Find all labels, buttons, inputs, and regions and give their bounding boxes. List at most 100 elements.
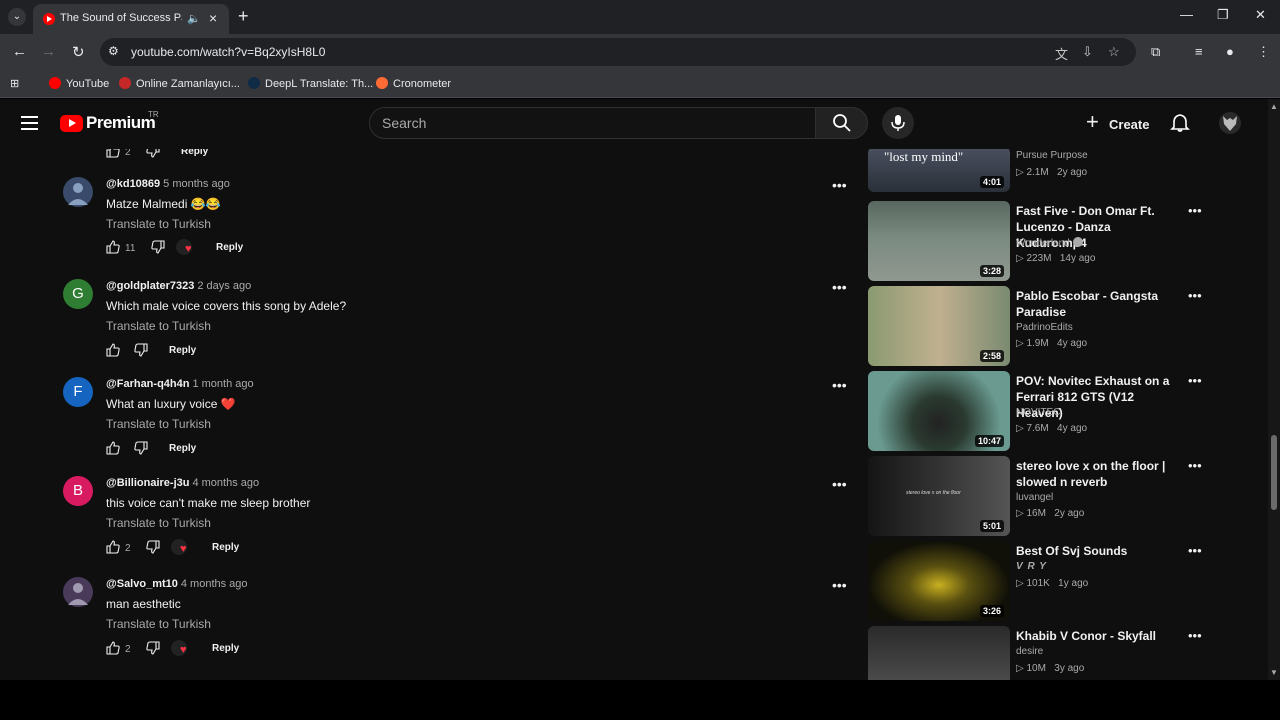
translate-link[interactable]: Translate to Turkish: [106, 516, 211, 530]
video-thumbnail[interactable]: 10:47: [868, 371, 1010, 451]
video-item[interactable]: Khabib V Conor - Skyfall desire ▷ 10M 3y…: [868, 626, 1213, 680]
minimize-icon[interactable]: —: [1180, 7, 1193, 22]
bookmark-star-icon[interactable]: ☆: [1108, 44, 1120, 60]
channel-name[interactable]: desire: [1016, 646, 1043, 657]
comment-time[interactable]: 4 months ago: [192, 477, 259, 489]
video-menu-icon[interactable]: •••: [1188, 458, 1202, 473]
channel-name[interactable]: Pursue Purpose: [1016, 150, 1088, 161]
video-thumbnail[interactable]: stereo love x on the floor 5:01: [868, 456, 1010, 536]
logo-text[interactable]: Premium: [86, 113, 156, 133]
channel-name[interactable]: NOVITEC: [1016, 407, 1060, 418]
scrollbar-thumb[interactable]: [1271, 435, 1277, 510]
video-title[interactable]: stereo love x on the floor | slowed n re…: [1016, 458, 1181, 490]
bookmark-timer[interactable]: Online Zamanlayıcı...: [119, 77, 240, 90]
translate-link[interactable]: Translate to Turkish: [106, 319, 211, 333]
extensions-icon[interactable]: ⧉: [1151, 44, 1160, 60]
video-thumbnail[interactable]: 3:28: [868, 201, 1010, 281]
reply-button[interactable]: Reply: [216, 242, 243, 253]
commenter-avatar[interactable]: B: [63, 476, 93, 506]
scroll-down-arrow-icon[interactable]: ▼: [1270, 668, 1278, 677]
browser-tab-active[interactable]: The Sound of Success Part- 🔈 ×: [33, 4, 229, 34]
comment-menu-icon[interactable]: •••: [832, 577, 847, 593]
dislike-button[interactable]: [146, 540, 160, 557]
like-button[interactable]: [106, 641, 120, 658]
close-tab-icon[interactable]: ×: [209, 10, 217, 26]
video-menu-icon[interactable]: •••: [1188, 543, 1202, 558]
restore-icon[interactable]: ❐: [1217, 7, 1229, 23]
video-thumbnail[interactable]: 3:26: [868, 541, 1010, 621]
profile-avatar-icon[interactable]: ●: [1226, 44, 1234, 59]
translate-icon[interactable]: 文: [1055, 44, 1068, 63]
video-menu-icon[interactable]: •••: [1188, 628, 1202, 643]
page-scrollbar[interactable]: ▲ ▼: [1268, 99, 1280, 680]
reply-button[interactable]: Reply: [169, 443, 196, 454]
voice-search-button[interactable]: [882, 107, 914, 139]
channel-name[interactable]: PadrinoEdits: [1016, 322, 1073, 333]
like-button[interactable]: [106, 441, 120, 458]
reload-icon[interactable]: ↻: [72, 43, 85, 61]
commenter-handle[interactable]: @Billionaire-j3u: [106, 477, 189, 489]
comment-time[interactable]: 4 months ago: [181, 578, 248, 590]
video-item[interactable]: 2:58 Pablo Escobar - Gangsta Paradise Pa…: [868, 286, 1213, 366]
bookmark-cronometer[interactable]: Cronometer: [376, 77, 451, 90]
reply-button[interactable]: Reply: [169, 345, 196, 356]
commenter-handle[interactable]: @Farhan-q4h4n: [106, 378, 189, 390]
comment-menu-icon[interactable]: •••: [832, 279, 847, 295]
comment-menu-icon[interactable]: •••: [832, 476, 847, 492]
new-tab-button[interactable]: +: [238, 6, 249, 27]
tab-search-button[interactable]: ⌄: [8, 8, 26, 26]
video-thumbnail[interactable]: "lost my mind" 4:01: [868, 147, 1010, 192]
bookmark-youtube[interactable]: YouTube: [49, 77, 109, 90]
translate-link[interactable]: Translate to Turkish: [106, 217, 211, 231]
commenter-avatar[interactable]: G: [63, 279, 93, 309]
video-thumbnail[interactable]: 2:58: [868, 286, 1010, 366]
commenter-avatar[interactable]: F: [63, 377, 93, 407]
search-button[interactable]: [815, 107, 868, 139]
apps-grid-icon[interactable]: ⊞: [10, 77, 19, 90]
bookmark-deepl[interactable]: DeepL Translate: Th...: [248, 77, 373, 90]
search-box[interactable]: [369, 107, 816, 139]
dislike-button[interactable]: [134, 343, 148, 360]
commenter-handle[interactable]: @kd10869: [106, 178, 160, 190]
reply-button[interactable]: Reply: [212, 643, 239, 654]
comment-time[interactable]: 1 month ago: [192, 378, 253, 390]
dislike-button[interactable]: [151, 240, 165, 257]
install-app-icon[interactable]: ⇩: [1082, 44, 1093, 60]
address-bar[interactable]: ⚙ youtube.com/watch?v=Bq2xyIsH8L0 文 ⇩ ☆: [100, 38, 1136, 66]
dislike-button[interactable]: [134, 441, 148, 458]
channel-name[interactable]: Wonderland: [1016, 237, 1083, 249]
video-item[interactable]: stereo love x on the floor 5:01 stereo l…: [868, 456, 1213, 536]
video-item[interactable]: 3:26 Best Of Svj Sounds V R Y ▷ 101K 1y …: [868, 541, 1213, 621]
browser-menu-icon[interactable]: ⋮: [1257, 44, 1270, 60]
translate-link[interactable]: Translate to Turkish: [106, 617, 211, 631]
account-avatar[interactable]: [1219, 112, 1241, 134]
reply-button[interactable]: Reply: [212, 542, 239, 553]
site-info-icon[interactable]: ⚙: [108, 44, 119, 58]
url-text[interactable]: youtube.com/watch?v=Bq2xyIsH8L0: [131, 45, 325, 59]
video-thumbnail[interactable]: [868, 626, 1010, 680]
commenter-handle[interactable]: @Salvo_mt10: [106, 578, 178, 590]
create-button[interactable]: + Create: [1078, 107, 1160, 139]
back-arrow-icon[interactable]: ←: [12, 43, 27, 60]
comment-menu-icon[interactable]: •••: [832, 377, 847, 393]
channel-name[interactable]: luvangel: [1016, 492, 1053, 503]
video-title[interactable]: Pablo Escobar - Gangsta Paradise: [1016, 288, 1181, 320]
dislike-button[interactable]: [146, 641, 160, 658]
comment-time[interactable]: 2 days ago: [197, 280, 251, 292]
youtube-logo-icon[interactable]: [60, 115, 83, 132]
video-item[interactable]: 3:28 Fast Five - Don Omar Ft. Lucenzo - …: [868, 201, 1213, 281]
close-window-icon[interactable]: ✕: [1255, 7, 1266, 23]
video-title[interactable]: Khabib V Conor - Skyfall: [1016, 628, 1181, 644]
like-button[interactable]: [106, 540, 120, 557]
speaker-icon[interactable]: 🔈: [187, 12, 201, 25]
commenter-avatar[interactable]: [63, 577, 93, 607]
channel-name[interactable]: V R Y: [1016, 561, 1047, 572]
video-item[interactable]: 10:47 POV: Novitec Exhaust on a Ferrari …: [868, 371, 1213, 451]
video-title[interactable]: Best Of Svj Sounds: [1016, 543, 1181, 559]
translate-link[interactable]: Translate to Turkish: [106, 417, 211, 431]
commenter-avatar[interactable]: [63, 177, 93, 207]
forward-arrow-icon[interactable]: →: [41, 43, 56, 60]
search-input[interactable]: [382, 114, 802, 132]
video-menu-icon[interactable]: •••: [1188, 373, 1202, 388]
commenter-handle[interactable]: @goldplater7323: [106, 280, 194, 292]
